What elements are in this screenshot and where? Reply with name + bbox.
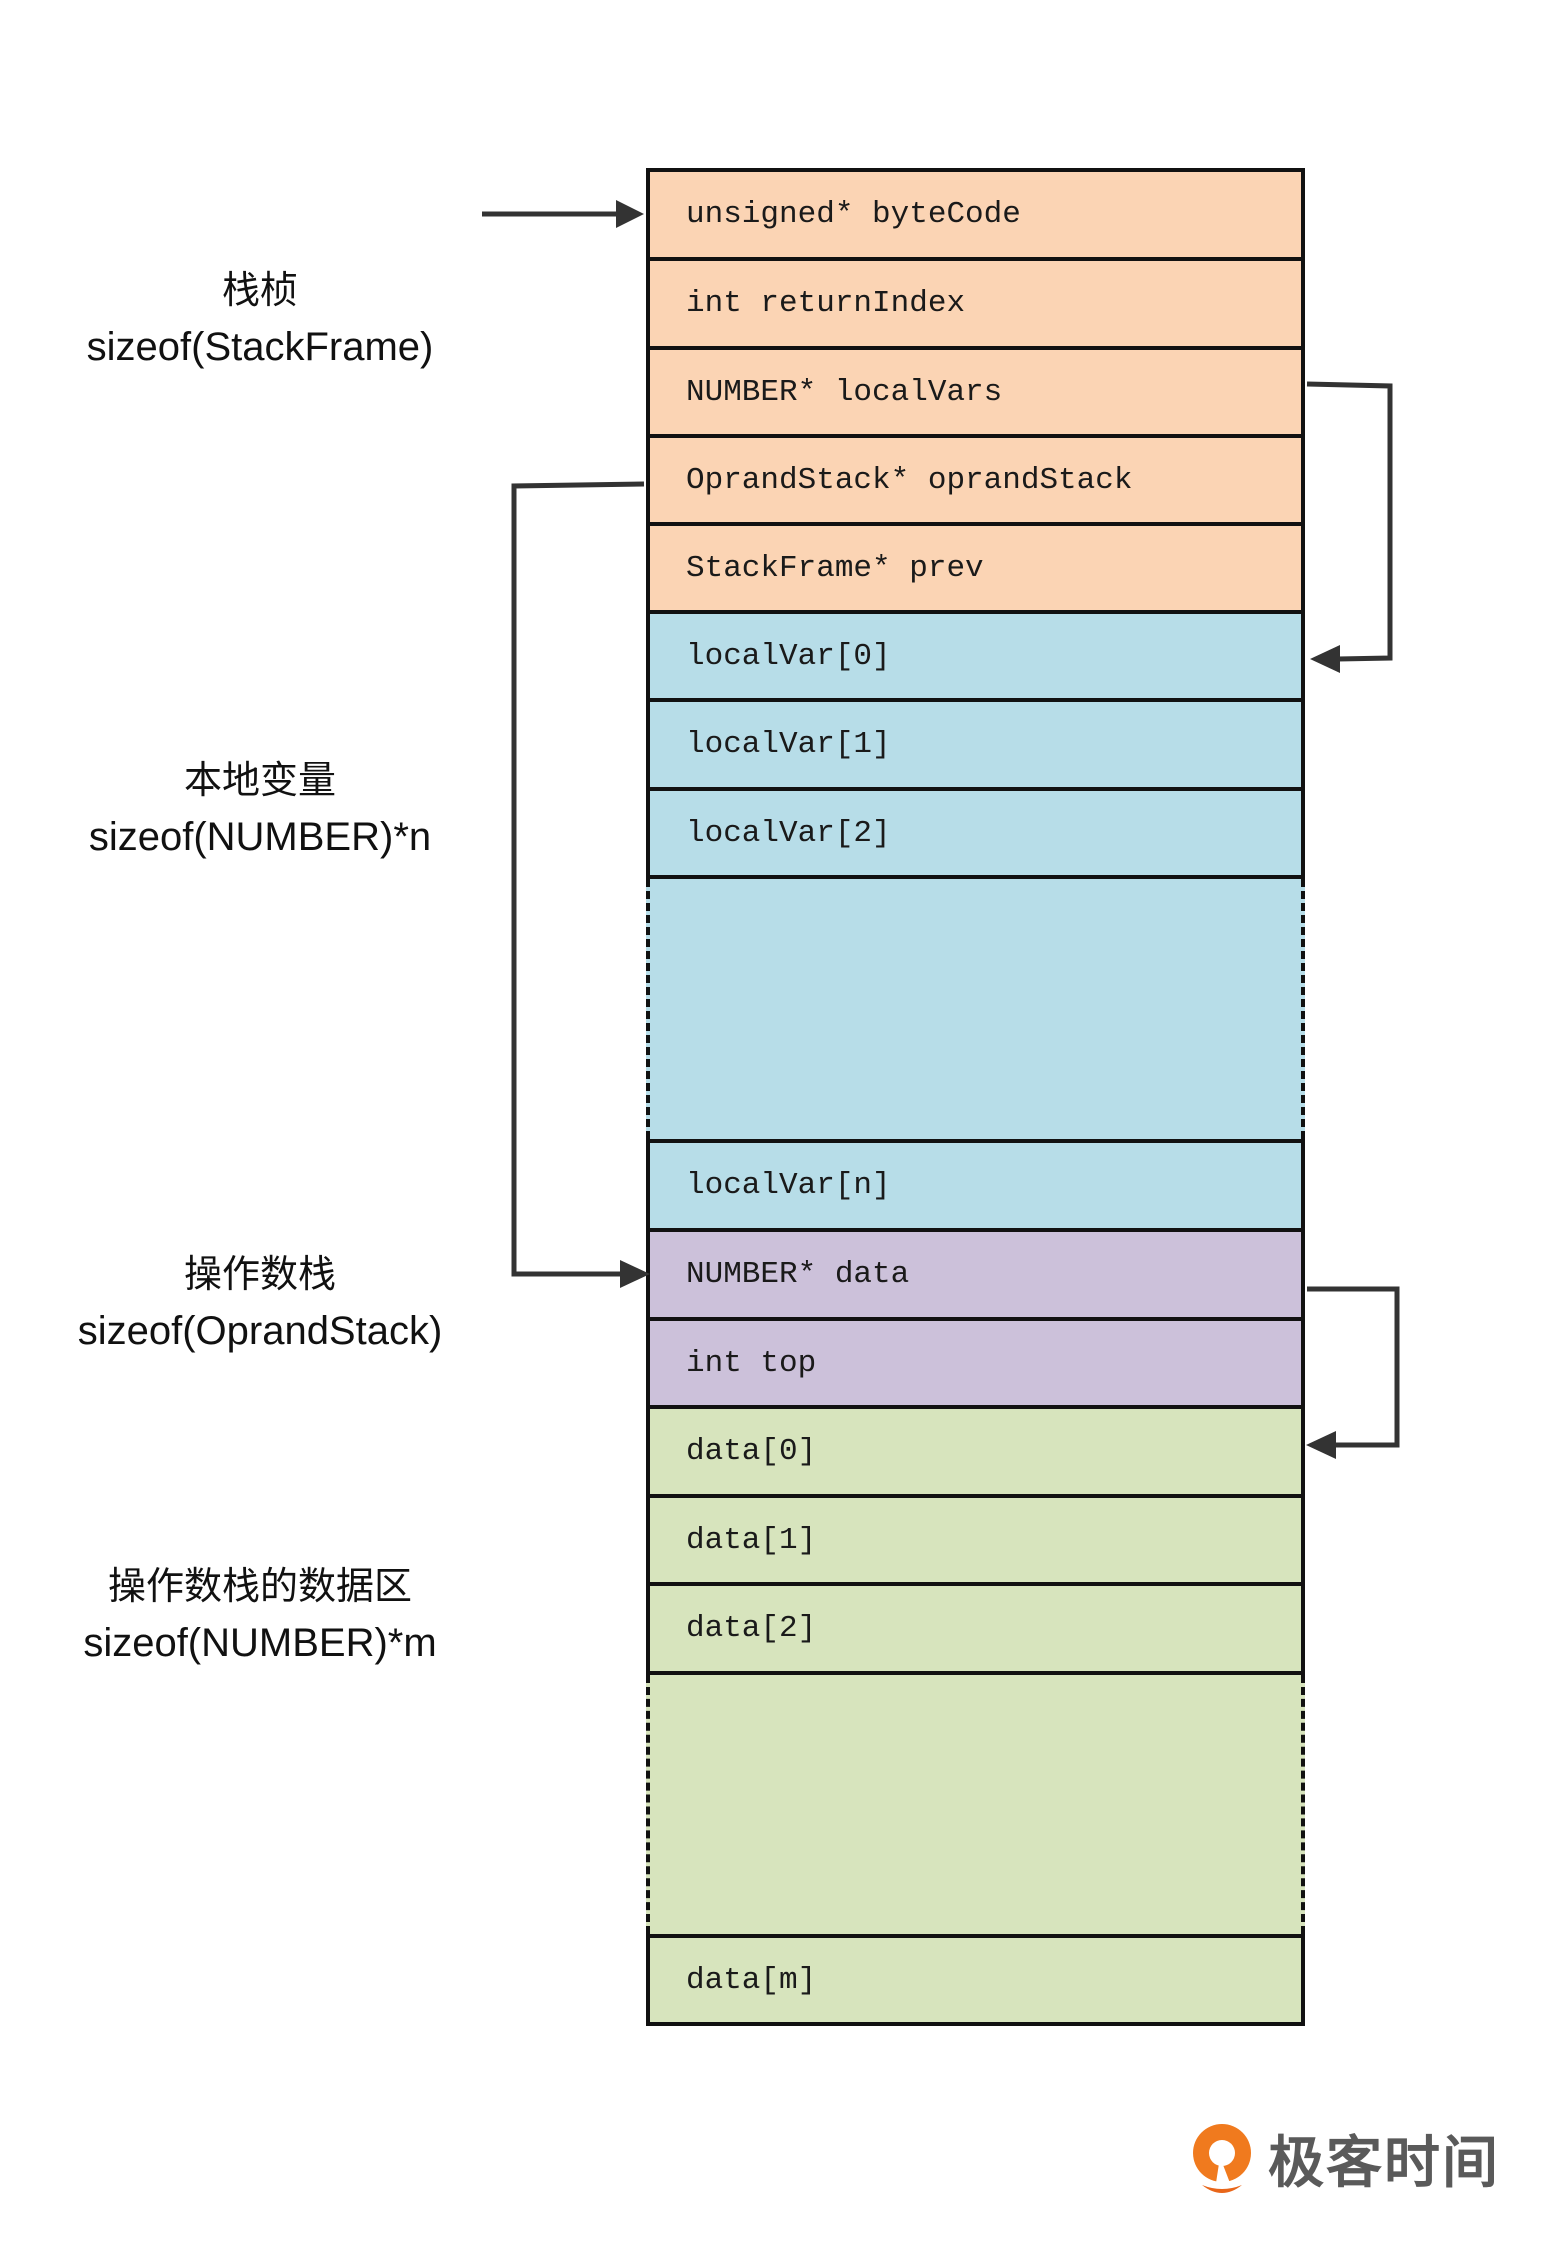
pointer-arrows xyxy=(482,200,1400,1459)
geektime-logo: 极客时间 xyxy=(1190,2118,1500,2199)
arrowhead-icon xyxy=(620,1260,650,1288)
arrowhead-icon xyxy=(1310,645,1340,673)
geektime-logo-icon xyxy=(1193,2123,1251,2193)
arrowhead-icon xyxy=(616,200,644,228)
data-pointer-arrow xyxy=(1306,1286,1400,1459)
entry-pointer-arrow xyxy=(482,200,644,228)
logo-text: 极客时间 xyxy=(1268,2131,1500,2196)
oprand-stack-pointer-arrow xyxy=(511,481,650,1288)
arrowhead-icon xyxy=(1306,1431,1336,1459)
local-vars-pointer-arrow xyxy=(1306,381,1393,673)
